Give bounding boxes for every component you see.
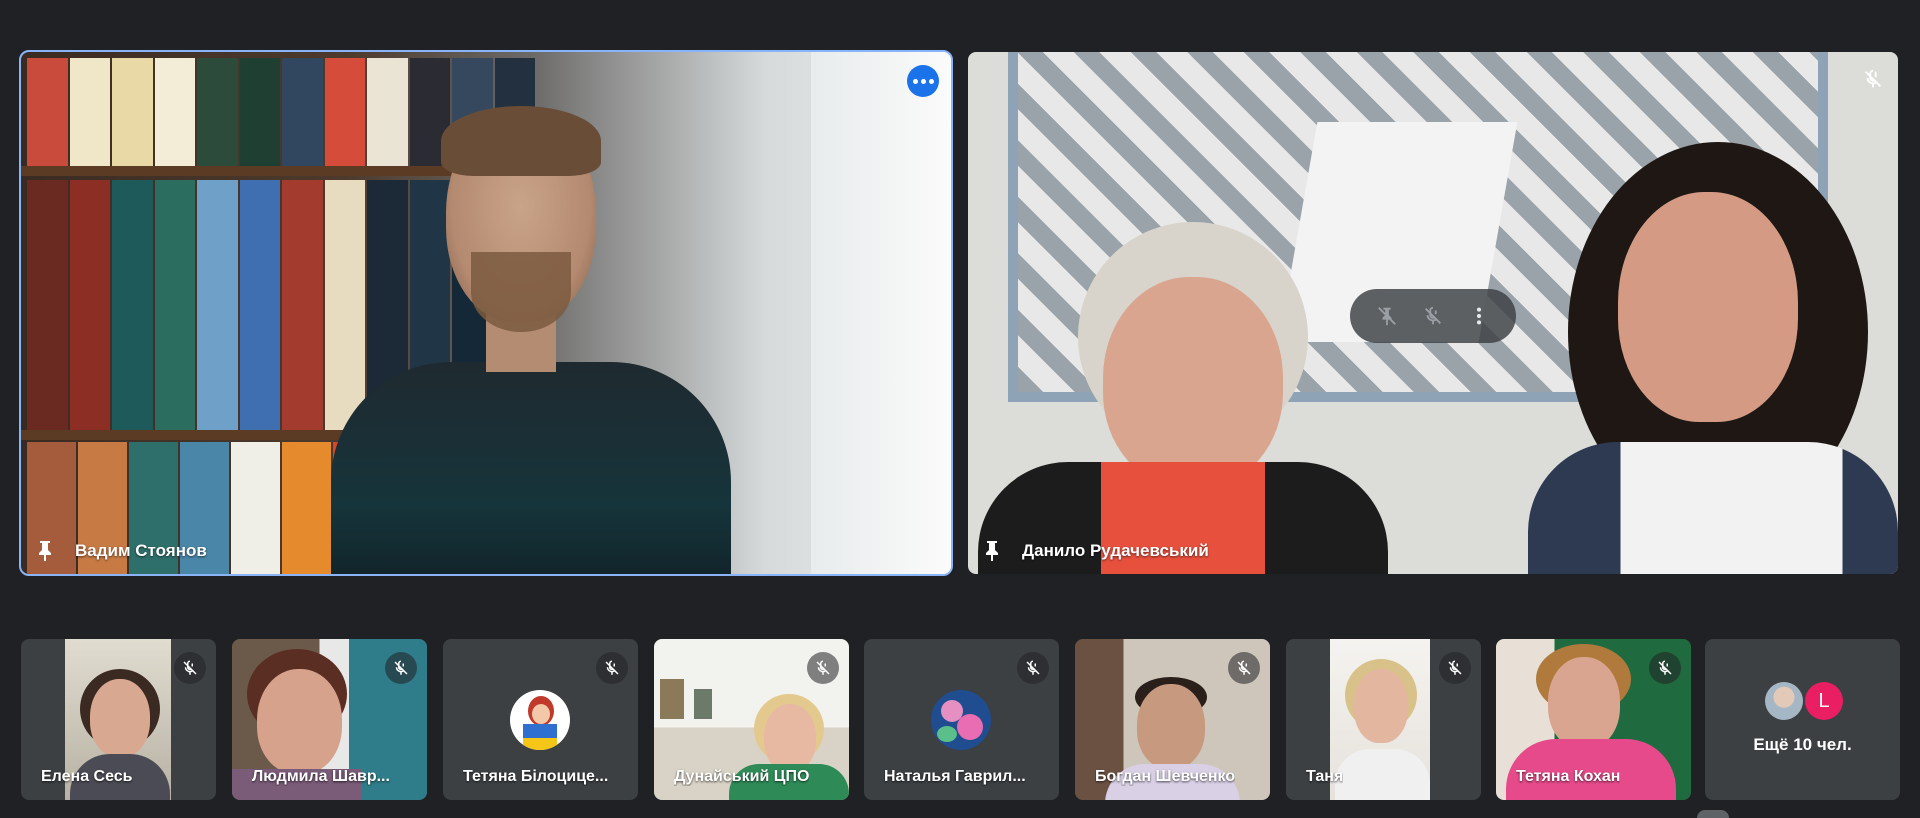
participant-name: Людмила Шавр... bbox=[252, 768, 390, 785]
mic-off-icon bbox=[1425, 306, 1441, 325]
participant-thumbnail[interactable]: Таня bbox=[1286, 639, 1481, 800]
participant-thumbnail[interactable]: Богдан Шевченко bbox=[1075, 639, 1270, 800]
participant-thumbnail[interactable]: Тетяна Білоцице... bbox=[443, 639, 638, 800]
mic-off-icon bbox=[394, 660, 408, 675]
video-feed bbox=[21, 52, 951, 574]
participant-name: Тетяна Кохан bbox=[1516, 768, 1621, 785]
mic-off-indicator bbox=[174, 652, 206, 684]
unpin-icon bbox=[1378, 307, 1396, 326]
mic-off-icon bbox=[605, 660, 619, 675]
participant-thumbnail[interactable]: Наталья Гаврил... bbox=[864, 639, 1059, 800]
meeting-stage: Вадим Стоянов Данило Рудачевський Елена … bbox=[0, 0, 1920, 818]
mic-off-indicator bbox=[807, 652, 839, 684]
mic-off-indicator bbox=[385, 652, 417, 684]
mic-off-icon bbox=[1865, 69, 1881, 88]
overflow-indicator bbox=[1697, 810, 1729, 818]
participant-thumbnail[interactable]: Тетяна Кохан bbox=[1496, 639, 1691, 800]
avatar bbox=[1765, 682, 1803, 720]
mute-participant-button[interactable] bbox=[1418, 301, 1448, 331]
mic-off-icon bbox=[1658, 660, 1672, 675]
participant-video-person bbox=[968, 222, 1388, 574]
mic-off-indicator bbox=[1017, 652, 1049, 684]
participant-name: Вадим Стоянов bbox=[75, 541, 207, 560]
participant-name: Данило Рудачевський bbox=[1022, 541, 1209, 560]
participant-video-person bbox=[331, 106, 731, 574]
mic-off-indicator bbox=[1439, 652, 1471, 684]
participant-tile-main-1[interactable]: Вадим Стоянов bbox=[19, 50, 953, 576]
participant-name: Наталья Гаврил... bbox=[884, 768, 1026, 785]
more-vert-button[interactable] bbox=[1464, 301, 1494, 331]
avatar-letter: L bbox=[1805, 682, 1843, 720]
participant-tile-main-2[interactable]: Данило Рудачевський bbox=[968, 52, 1898, 574]
pin-icon[interactable] bbox=[37, 540, 53, 562]
video-feed bbox=[1330, 639, 1430, 800]
participant-name: Богдан Шевченко bbox=[1095, 768, 1236, 785]
more-vert-icon bbox=[1476, 307, 1482, 325]
mic-off-icon bbox=[1448, 660, 1462, 675]
unpin-button[interactable] bbox=[1372, 301, 1402, 331]
pin-icon[interactable] bbox=[984, 540, 1000, 562]
participant-video-person bbox=[1488, 142, 1898, 574]
more-options-icon bbox=[912, 78, 918, 84]
avatar bbox=[931, 690, 991, 750]
mic-off-icon bbox=[183, 660, 197, 675]
participant-name: Тетяна Білоцице... bbox=[463, 768, 609, 785]
participant-name: Таня bbox=[1306, 768, 1344, 785]
participant-thumbnail[interactable]: Дунайський ЦПО bbox=[654, 639, 849, 800]
participant-name: Дунайський ЦПО bbox=[674, 768, 810, 785]
mic-off-icon bbox=[1237, 660, 1251, 675]
tile-hover-controls bbox=[1350, 289, 1516, 343]
mic-off-indicator bbox=[1228, 652, 1260, 684]
avatar bbox=[510, 690, 570, 750]
tile-name-row: Данило Рудачевський bbox=[984, 540, 1209, 562]
participant-thumbnail[interactable]: Людмила Шавр... bbox=[232, 639, 427, 800]
more-options-button[interactable] bbox=[907, 65, 939, 97]
more-participants-tile[interactable]: L Ещё 10 чел. bbox=[1705, 639, 1900, 800]
mic-off-indicator bbox=[596, 652, 628, 684]
participant-thumbnail[interactable]: Елена Сесь bbox=[21, 639, 216, 800]
participant-name: Елена Сесь bbox=[41, 768, 133, 785]
mic-off-icon bbox=[1026, 660, 1040, 675]
more-participants-label: Ещё 10 чел. bbox=[1753, 735, 1852, 754]
mic-off-icon bbox=[816, 660, 830, 675]
tile-name-row: Вадим Стоянов bbox=[37, 540, 207, 562]
mic-off-indicator bbox=[1649, 652, 1681, 684]
